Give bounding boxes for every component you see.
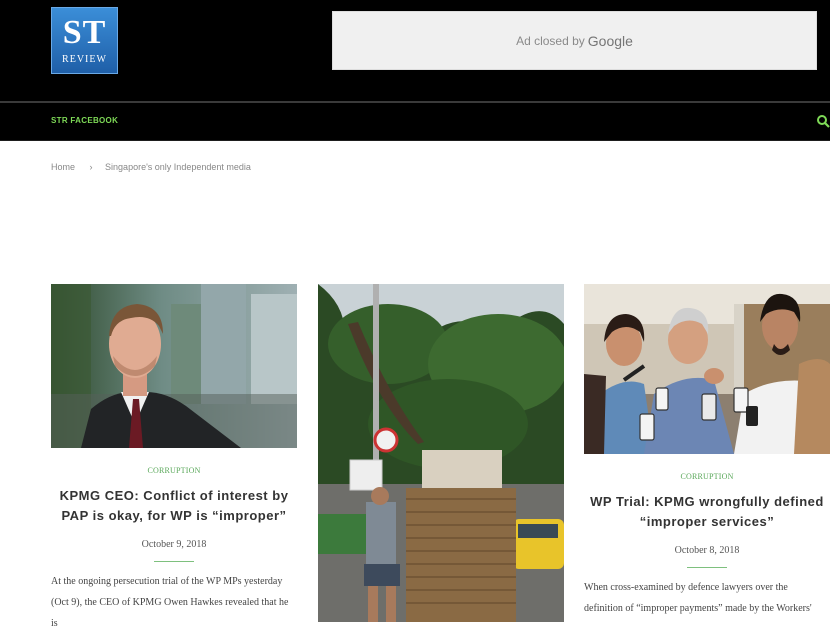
- article-excerpt: When cross-examined by defence lawyers o…: [584, 577, 830, 619]
- ad-closed-text: Ad closed by: [516, 33, 585, 48]
- breadcrumb: Home › Singapore's only Independent medi…: [51, 162, 251, 172]
- title-divider: [154, 561, 194, 562]
- excerpt-line: At the ongoing persecution trial of the …: [51, 576, 283, 587]
- title-divider: [687, 567, 727, 568]
- excerpt-line: (Oct 9), the CEO of KPMG Owen Hawkes rev…: [51, 597, 289, 629]
- article-image[interactable]: [584, 284, 830, 454]
- breadcrumb-home[interactable]: Home: [51, 162, 75, 172]
- ad-brand-text: Google: [587, 32, 633, 49]
- site-header: ST REVIEW Ad closed by Google: [0, 0, 830, 101]
- excerpt-line: When cross-examined by defence lawyers o…: [584, 582, 788, 593]
- logo-sub-text: REVIEW: [62, 54, 107, 65]
- article-category[interactable]: CORRUPTION: [51, 466, 297, 475]
- breadcrumb-current: Singapore's only Independent media: [105, 162, 251, 172]
- article-date: October 8, 2018: [674, 545, 740, 556]
- article-card: [318, 284, 564, 622]
- article-title[interactable]: WP Trial: KPMG wrongfully defined “impro…: [584, 492, 830, 532]
- search-icon[interactable]: [816, 114, 830, 128]
- ad-banner: Ad closed by Google: [332, 11, 817, 70]
- excerpt-line: definition of “improper payments” made b…: [584, 603, 812, 614]
- article-date: October 9, 2018: [141, 539, 207, 550]
- article-excerpt: At the ongoing persecution trial of the …: [51, 571, 297, 634]
- article-title[interactable]: KPMG CEO: Conflict of interest by PAP is…: [51, 486, 297, 526]
- article-category[interactable]: CORRUPTION: [584, 472, 830, 481]
- article-image[interactable]: [51, 284, 297, 448]
- site-logo[interactable]: ST REVIEW: [51, 7, 118, 74]
- main-nav: STR FACEBOOK: [0, 103, 830, 141]
- nav-str-facebook[interactable]: STR FACEBOOK: [51, 116, 118, 125]
- logo-main-text: ST: [62, 14, 107, 51]
- breadcrumb-separator: ›: [89, 162, 93, 172]
- article-card: CORRUPTION KPMG CEO: Conflict of interes…: [51, 284, 297, 634]
- article-image[interactable]: [318, 284, 564, 622]
- article-card: CORRUPTION WP Trial: KPMG wrongfully def…: [584, 284, 830, 619]
